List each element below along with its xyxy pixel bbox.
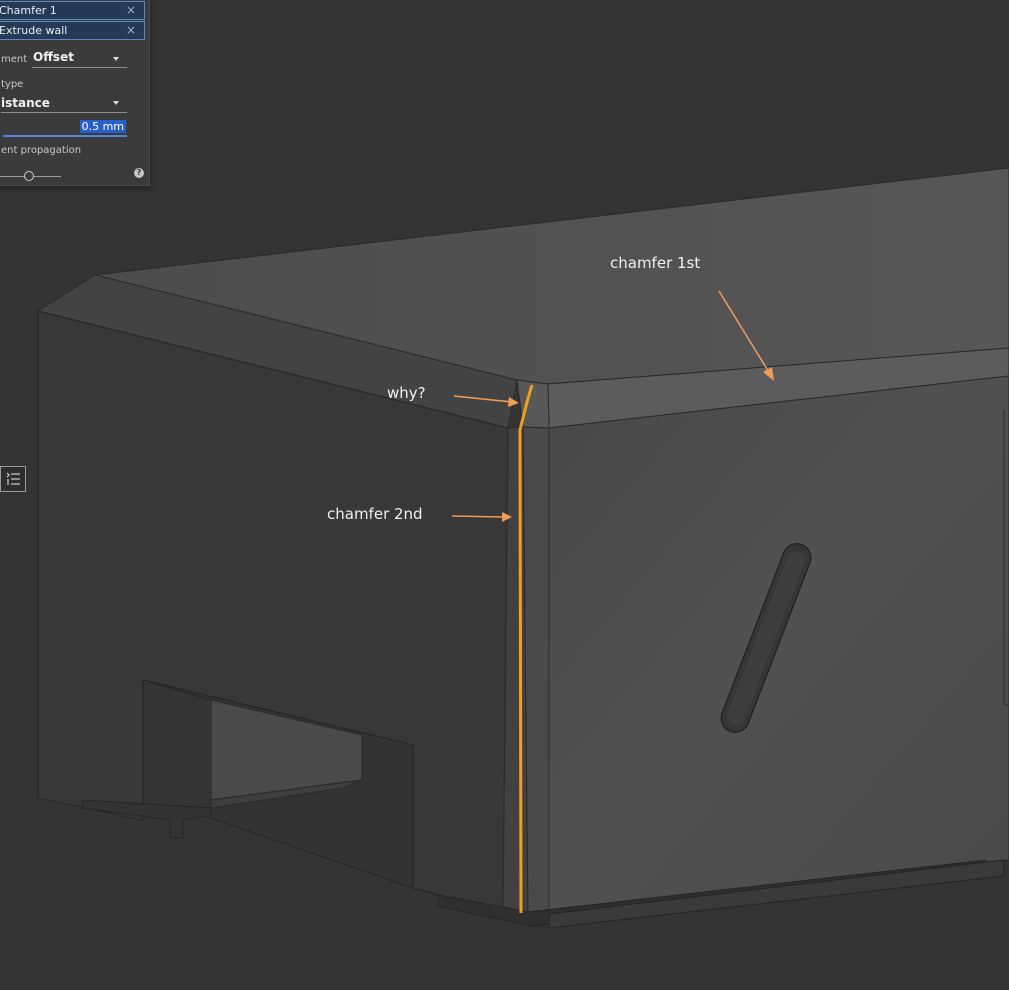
chamfer-feature-dialog: Chamfer 1 × Extrude wall × ment Offset t… xyxy=(0,0,150,186)
propagation-label: ent propagation xyxy=(1,145,82,156)
chevron-down-icon[interactable] xyxy=(113,57,119,61)
selection-item-chamfer-1[interactable]: Chamfer 1 × xyxy=(0,1,145,20)
cutout-tab xyxy=(81,799,212,839)
selection-label: Extrude wall xyxy=(0,24,68,37)
right-front-face[interactable] xyxy=(548,375,1009,915)
distance-value[interactable]: 0.5 mm xyxy=(79,120,126,133)
measurement-label: ment xyxy=(1,54,28,65)
type-underline xyxy=(1,112,127,113)
selection-label: Chamfer 1 xyxy=(0,4,57,17)
type-label: type xyxy=(1,79,24,90)
distance-input[interactable]: 0.5 mm xyxy=(3,118,127,137)
type-select[interactable]: istance xyxy=(1,96,50,110)
propagation-slider-handle[interactable] xyxy=(24,171,34,181)
help-icon[interactable]: ? xyxy=(134,168,144,178)
chevron-down-icon[interactable] xyxy=(113,101,119,105)
selection-item-extrude-wall[interactable]: Extrude wall × xyxy=(0,21,145,40)
list-view-icon[interactable] xyxy=(0,466,26,492)
vertical-chamfer-face-2 xyxy=(522,426,550,915)
measurement-underline xyxy=(32,67,127,68)
list-view-icon-glyph xyxy=(6,472,20,485)
annotation-chamfer-2nd: chamfer 2nd xyxy=(327,505,423,523)
measurement-select[interactable]: Offset xyxy=(33,50,74,64)
close-icon[interactable]: × xyxy=(126,23,136,37)
annotation-why: why? xyxy=(387,384,426,402)
annotation-chamfer-1st: chamfer 1st xyxy=(610,254,701,272)
model-viewport[interactable] xyxy=(0,0,1009,990)
close-icon[interactable]: × xyxy=(126,3,136,17)
